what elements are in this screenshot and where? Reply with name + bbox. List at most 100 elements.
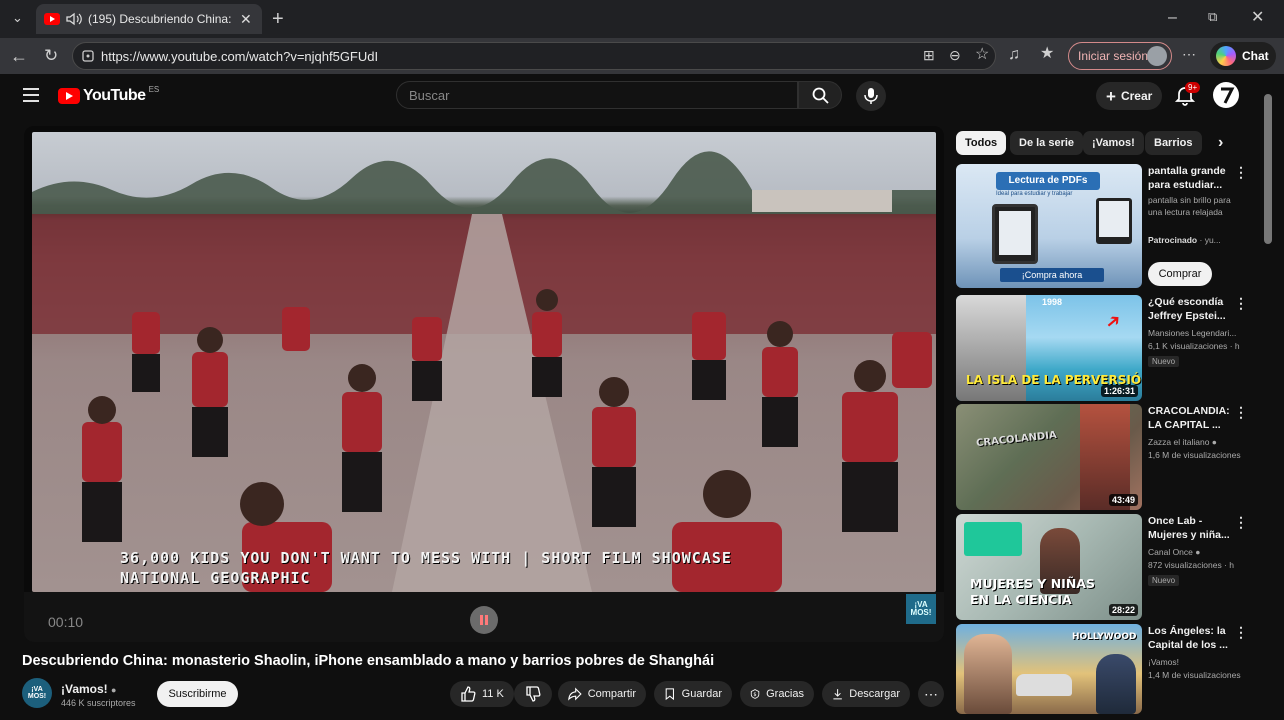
create-button[interactable]: + Crear xyxy=(1096,82,1162,110)
video-caption-line-2: NATIONAL GEOGRAPHIC xyxy=(120,569,311,587)
close-tab-icon[interactable]: ✕ xyxy=(240,11,252,28)
video-menu-icon[interactable]: ⋮ xyxy=(1234,404,1248,421)
sponsored-card[interactable]: Lectura de PDFs Ideal para estudiar y tr… xyxy=(956,164,1256,290)
youtube-logo[interactable]: YouTube ES xyxy=(58,85,159,105)
subscriber-count: 446 K suscriptores xyxy=(61,698,136,708)
restore-icon[interactable]: ⧉ xyxy=(1208,10,1217,23)
search-button[interactable] xyxy=(798,81,842,109)
site-info-icon[interactable] xyxy=(81,49,95,63)
thumb-person-image-2 xyxy=(1096,654,1136,714)
video-card-views: 1,6 M de visualizaciones xyxy=(1148,450,1241,460)
share-button[interactable]: Compartir xyxy=(558,681,646,707)
page-scrollbar[interactable] xyxy=(1264,94,1272,244)
search-box xyxy=(396,81,798,109)
chip-de-la-serie[interactable]: De la serie xyxy=(1010,131,1084,155)
tab-list-chevron-icon[interactable]: ⌄ xyxy=(12,11,23,24)
video-menu-icon[interactable]: ⋮ xyxy=(1234,624,1248,641)
channel-watermark[interactable]: ¡VA MOS! xyxy=(906,594,936,624)
url-field[interactable]: https://www.youtube.com/watch?v=njqhf5GF… xyxy=(72,42,996,70)
youtube-favicon-icon xyxy=(44,13,60,25)
ad-title: pantalla grande para estudiar... xyxy=(1148,165,1226,191)
video-menu-icon[interactable]: ⋮ xyxy=(1234,514,1248,531)
chip-vamos[interactable]: ¡Vamos! xyxy=(1083,131,1144,155)
chat-label: Chat xyxy=(1242,49,1269,63)
ad-menu-icon[interactable]: ⋮ xyxy=(1234,164,1248,181)
search-input[interactable] xyxy=(397,82,797,108)
channel-avatar[interactable]: ¡VA MOS! xyxy=(22,678,52,708)
video-thumbnail[interactable]: 1998 ➔ LA ISLA DE LA PERVERSIÓN 1:26:31 xyxy=(956,295,1142,401)
video-menu-icon[interactable]: ⋮ xyxy=(1234,295,1248,312)
thumb-caption: CRACOLANDIA xyxy=(975,429,1058,450)
download-label: Descargar xyxy=(849,688,900,700)
speaker-icon[interactable] xyxy=(66,12,82,26)
ad-sponsored-label: Patrocinado · yu... xyxy=(1148,234,1244,246)
chip-barrios[interactable]: Barrios xyxy=(1145,131,1202,155)
new-badge: Nuevo xyxy=(1148,356,1180,367)
media-control-icon[interactable]: ♫ xyxy=(1008,47,1020,63)
reload-icon[interactable]: ↻ xyxy=(44,47,58,64)
bookmark-icon xyxy=(665,688,674,701)
chips-next-chevron-icon[interactable]: › xyxy=(1218,134,1223,152)
profile-avatar-icon xyxy=(1147,46,1167,66)
once-lab-logo-icon xyxy=(964,522,1022,556)
thumbs-down-icon xyxy=(526,686,541,702)
more-dots-icon: ⋯ xyxy=(924,685,938,702)
dislike-button[interactable] xyxy=(514,681,552,707)
chip-todos[interactable]: Todos xyxy=(956,131,1007,155)
favorite-star-icon[interactable]: ☆ xyxy=(975,47,989,63)
new-tab-icon[interactable]: + xyxy=(272,9,284,29)
player-controls: 00:10 ¡VA MOS! xyxy=(24,592,944,642)
save-button[interactable]: Guardar xyxy=(654,681,732,707)
url-text: https://www.youtube.com/watch?v=njqhf5GF… xyxy=(101,49,379,64)
thumb-car-image xyxy=(1016,674,1072,696)
video-thumbnail[interactable]: MUJERES Y NIÑAS EN LA CIENCIA 28:22 xyxy=(956,514,1142,620)
account-avatar[interactable] xyxy=(1213,82,1239,108)
video-thumbnail[interactable]: CRACOLANDIA 43:49 xyxy=(956,404,1142,510)
video-duration: 1:26:31 xyxy=(1100,385,1138,397)
verified-icon: ● xyxy=(1195,547,1201,557)
svg-text:$: $ xyxy=(753,692,756,698)
download-icon xyxy=(833,689,842,700)
copilot-chat-button[interactable]: Chat xyxy=(1210,42,1276,70)
signin-button[interactable]: Iniciar sesión xyxy=(1068,42,1172,70)
browser-tab-active[interactable]: (195) Descubriendo China: mo ✕ xyxy=(36,4,262,34)
related-video-card[interactable]: 1998 ➔ LA ISLA DE LA PERVERSIÓN 1:26:31 … xyxy=(956,295,1256,401)
minimize-icon[interactable]: – xyxy=(1168,10,1177,26)
thanks-button[interactable]: $ Gracias xyxy=(740,681,814,707)
ereader-device-image-2 xyxy=(1096,198,1132,244)
account-logo-icon xyxy=(1221,87,1235,104)
zoom-icon[interactable]: ⊖ xyxy=(949,48,961,62)
download-button[interactable]: Descargar xyxy=(822,681,910,707)
channel-text: Zazza el italiano xyxy=(1148,437,1210,447)
favorites-icon[interactable]: ★ xyxy=(1040,46,1054,62)
related-video-card[interactable]: CRACOLANDIA 43:49 CRACOLANDIA: LA CAPITA… xyxy=(956,404,1256,510)
buy-button[interactable]: Comprar xyxy=(1148,262,1212,286)
share-label: Compartir xyxy=(587,688,636,700)
app-available-icon[interactable]: ⊞ xyxy=(923,48,935,62)
video-frame[interactable]: 36,000 KIDS YOU DON'T WANT TO MESS WITH … xyxy=(32,132,936,592)
menu-icon[interactable] xyxy=(23,88,39,102)
thumb-person-image xyxy=(964,634,1012,714)
close-window-icon[interactable]: ✕ xyxy=(1251,10,1264,26)
video-scene-image xyxy=(32,151,936,592)
back-arrow-icon[interactable]: ← xyxy=(10,47,28,65)
more-actions-button[interactable]: ⋯ xyxy=(918,681,944,707)
microphone-icon xyxy=(864,88,878,104)
ad-heading: Lectura de PDFs xyxy=(996,172,1100,190)
voice-search-button[interactable] xyxy=(856,81,886,111)
thumbs-up-icon xyxy=(461,686,476,702)
pause-button[interactable] xyxy=(470,606,498,634)
related-video-card[interactable]: MUJERES Y NIÑAS EN LA CIENCIA 28:22 Once… xyxy=(956,514,1256,620)
channel-name[interactable]: ¡Vamos! ● xyxy=(61,682,116,696)
ad-thumbnail[interactable]: Lectura de PDFs Ideal para estudiar y tr… xyxy=(956,164,1142,288)
video-card-views: 872 visualizaciones · h xyxy=(1148,560,1234,570)
video-thumbnail[interactable]: HOLLYWOOD xyxy=(956,624,1142,714)
more-options-icon[interactable]: ⋯ xyxy=(1182,47,1196,61)
related-video-card[interactable]: HOLLYWOOD Los Ángeles: la Capital de los… xyxy=(956,624,1256,714)
verified-icon: ● xyxy=(111,685,117,695)
subscribe-button[interactable]: Suscribirme xyxy=(157,681,238,707)
logo-text: YouTube xyxy=(83,87,146,104)
video-player[interactable]: 36,000 KIDS YOU DON'T WANT TO MESS WITH … xyxy=(24,126,944,642)
thumb-year: 1998 xyxy=(1042,297,1063,307)
like-button[interactable]: 11 K xyxy=(450,681,514,707)
